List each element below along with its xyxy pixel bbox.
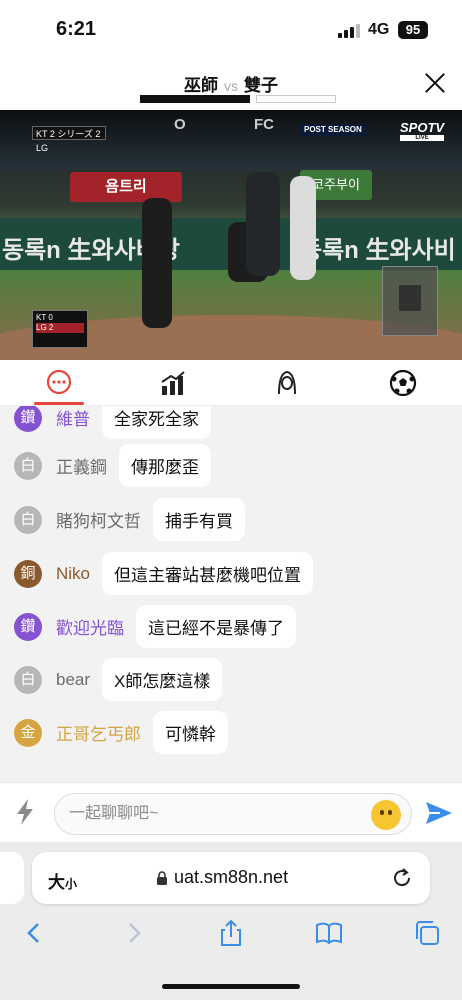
live-label: LIVE	[400, 135, 445, 141]
tab-chat[interactable]	[34, 368, 84, 405]
chat-username[interactable]: bear	[56, 670, 90, 690]
signal-icon	[338, 24, 360, 38]
chat-bubble: 但這主審站甚麼機吧位置	[102, 552, 314, 595]
bar-chart-icon	[161, 371, 185, 395]
ad-banner-left: 욤트리	[70, 172, 182, 202]
address-bar[interactable]: 大小 uat.sm88n.net	[32, 852, 430, 904]
text-size-button[interactable]: 大小	[48, 868, 77, 893]
tab-match[interactable]	[386, 368, 420, 398]
home-team-bar	[140, 95, 250, 103]
live-video-player[interactable]: KT 2 シリーズ 2 LG O FC POST SEASON SPOTV LIV…	[0, 110, 462, 360]
away-team-bar	[256, 95, 336, 103]
chat-message: 白 正義鋼 傳那麼歪	[14, 444, 211, 487]
close-icon[interactable]	[422, 70, 448, 96]
wall-ad-right: 동록n 生와사비	[300, 237, 456, 264]
umpire	[246, 172, 280, 276]
url-text: uat.sm88n.net	[174, 867, 289, 887]
chat-message: 鑽 歡迎光臨 這已經不是暴傳了	[14, 605, 296, 648]
chat-bubble: 這已經不是暴傳了	[136, 605, 296, 648]
batter	[290, 176, 316, 280]
level-badge: 白	[14, 665, 42, 694]
video-scoreboard-text: O	[174, 116, 186, 133]
chat-username[interactable]: 歡迎光臨	[56, 614, 124, 639]
chat-bubble: 捕手有買	[153, 498, 245, 541]
chat-bubble: 全家死全家	[102, 406, 211, 439]
network-type: 4G	[368, 21, 390, 38]
video-sponsor-text: FC	[254, 116, 274, 133]
chat-message: 金 正哥乞丐郎 可憐幹	[14, 711, 228, 754]
chat-message: 鑽 維普 全家死全家	[14, 406, 211, 439]
chat-bubble-icon	[46, 369, 72, 395]
chat-message: 白 賭狗柯文哲 捕手有買	[14, 498, 245, 541]
chat-username[interactable]: 賭狗柯文哲	[56, 507, 141, 532]
vs-label: vs	[224, 78, 238, 94]
level-badge: 白	[14, 451, 42, 480]
postseason-badge: POST SEASON	[300, 124, 366, 136]
share-icon[interactable]	[216, 918, 246, 948]
chat-message: 白 bear X師怎麼這樣	[14, 658, 223, 701]
person-icon	[278, 370, 296, 395]
reload-icon[interactable]	[390, 866, 414, 890]
lock-icon	[157, 871, 167, 885]
level-badge: 白	[14, 505, 42, 534]
away-team-name: 雙子	[244, 76, 278, 95]
broadcaster-logo: SPOTV LIVE	[400, 120, 445, 141]
emoji-icon[interactable]	[371, 800, 401, 830]
scoreboard-row-lg: LG 2	[36, 323, 84, 333]
chat-input-field[interactable]	[54, 793, 412, 835]
level-badge: 鑽	[14, 406, 42, 432]
match-title: 巫師 vs 雙子	[0, 71, 462, 96]
chat-message: 銅 Niko 但這主審站甚麼機吧位置	[14, 552, 314, 595]
level-badge: 銅	[14, 559, 42, 588]
browser-toolbar: 大小 uat.sm88n.net	[0, 842, 462, 1000]
broadcaster-name: SPOTV	[400, 120, 445, 135]
tab-bar	[0, 360, 462, 406]
chat-username[interactable]: 維普	[56, 406, 90, 430]
chat-bubble: X師怎麼這樣	[102, 658, 223, 701]
home-team-name: 巫師	[184, 76, 218, 95]
chat-username[interactable]: 正義鋼	[56, 453, 107, 478]
pip-button[interactable]	[382, 266, 438, 336]
chat-list[interactable]: 鑽 維普 全家死全家 白 正義鋼 傳那麼歪 白 賭狗柯文哲 捕手有買 銅 Nik…	[0, 406, 462, 782]
soccer-ball-icon	[389, 369, 417, 397]
match-header: 巫師 vs 雙子	[0, 60, 462, 110]
status-bar: 6:21 4G 95	[0, 0, 462, 60]
game-scoreboard: KT 0 LG 2	[32, 310, 88, 348]
lightning-icon[interactable]	[12, 797, 38, 827]
back-icon[interactable]	[20, 918, 50, 948]
chat-input[interactable]	[69, 794, 359, 834]
pitcher	[142, 198, 172, 328]
video-series-score: KT 2 シリーズ 2 LG	[32, 126, 106, 153]
chat-input-bar	[0, 782, 462, 842]
chat-username[interactable]: 正哥乞丐郎	[56, 720, 141, 745]
scoreboard-row-kt: KT 0	[36, 313, 53, 322]
home-indicator	[162, 984, 300, 989]
bookmarks-icon[interactable]	[314, 918, 344, 948]
previous-tab-preview[interactable]	[0, 852, 24, 904]
forward-icon[interactable]	[118, 918, 148, 948]
level-badge: 金	[14, 718, 42, 747]
tab-stats[interactable]	[156, 368, 190, 398]
battery-icon: 95	[398, 21, 428, 39]
chat-bubble: 可憐幹	[153, 711, 228, 754]
tabs-icon[interactable]	[412, 918, 442, 948]
level-badge: 鑽	[14, 612, 42, 641]
clock: 6:21	[56, 18, 97, 40]
chat-bubble: 傳那麼歪	[119, 444, 211, 487]
chat-username[interactable]: Niko	[56, 564, 90, 584]
send-icon[interactable]	[424, 799, 454, 827]
tab-anchor[interactable]	[270, 368, 304, 398]
